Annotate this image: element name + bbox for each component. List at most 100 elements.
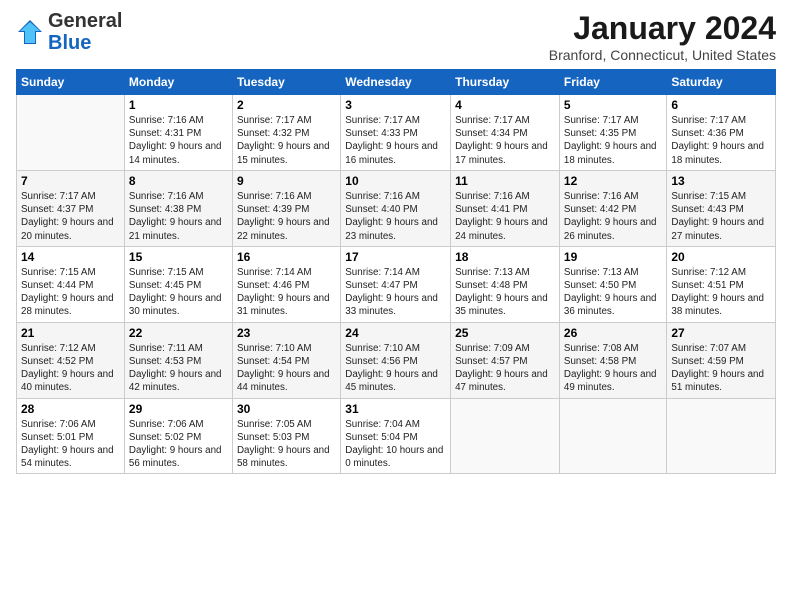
logo-icon: [16, 18, 44, 46]
day-cell: 19 Sunrise: 7:13 AMSunset: 4:50 PMDaylig…: [559, 246, 666, 322]
day-number: 15: [129, 250, 228, 264]
day-number: 18: [455, 250, 555, 264]
day-cell: 26 Sunrise: 7:08 AMSunset: 4:58 PMDaylig…: [559, 322, 666, 398]
day-info: Sunrise: 7:17 AMSunset: 4:37 PMDaylight:…: [21, 190, 120, 243]
day-info: Sunrise: 7:17 AMSunset: 4:34 PMDaylight:…: [455, 114, 555, 167]
day-cell: 3 Sunrise: 7:17 AMSunset: 4:33 PMDayligh…: [341, 95, 451, 171]
day-cell: [17, 95, 125, 171]
day-number: 1: [129, 98, 228, 112]
day-info: Sunrise: 7:12 AMSunset: 4:52 PMDaylight:…: [21, 342, 120, 395]
day-number: 10: [345, 174, 446, 188]
week-row-0: 1 Sunrise: 7:16 AMSunset: 4:31 PMDayligh…: [17, 95, 776, 171]
day-cell: [667, 398, 776, 474]
day-cell: 8 Sunrise: 7:16 AMSunset: 4:38 PMDayligh…: [124, 170, 232, 246]
day-number: 2: [237, 98, 336, 112]
day-cell: 10 Sunrise: 7:16 AMSunset: 4:40 PMDaylig…: [341, 170, 451, 246]
header: General Blue January 2024 Branford, Conn…: [16, 10, 776, 63]
month-title: January 2024: [549, 10, 776, 47]
day-cell: 25 Sunrise: 7:09 AMSunset: 4:57 PMDaylig…: [451, 322, 560, 398]
day-cell: 6 Sunrise: 7:17 AMSunset: 4:36 PMDayligh…: [667, 95, 776, 171]
day-cell: 5 Sunrise: 7:17 AMSunset: 4:35 PMDayligh…: [559, 95, 666, 171]
day-cell: 21 Sunrise: 7:12 AMSunset: 4:52 PMDaylig…: [17, 322, 125, 398]
day-number: 5: [564, 98, 662, 112]
day-number: 12: [564, 174, 662, 188]
day-info: Sunrise: 7:07 AMSunset: 4:59 PMDaylight:…: [671, 342, 771, 395]
day-number: 21: [21, 326, 120, 340]
day-cell: 1 Sunrise: 7:16 AMSunset: 4:31 PMDayligh…: [124, 95, 232, 171]
week-row-1: 7 Sunrise: 7:17 AMSunset: 4:37 PMDayligh…: [17, 170, 776, 246]
day-number: 4: [455, 98, 555, 112]
day-info: Sunrise: 7:05 AMSunset: 5:03 PMDaylight:…: [237, 418, 336, 471]
day-number: 20: [671, 250, 771, 264]
day-number: 19: [564, 250, 662, 264]
day-cell: 2 Sunrise: 7:17 AMSunset: 4:32 PMDayligh…: [232, 95, 340, 171]
day-number: 30: [237, 402, 336, 416]
day-number: 17: [345, 250, 446, 264]
day-cell: 30 Sunrise: 7:05 AMSunset: 5:03 PMDaylig…: [232, 398, 340, 474]
day-info: Sunrise: 7:15 AMSunset: 4:45 PMDaylight:…: [129, 266, 228, 319]
day-info: Sunrise: 7:16 AMSunset: 4:38 PMDaylight:…: [129, 190, 228, 243]
day-cell: [559, 398, 666, 474]
day-number: 13: [671, 174, 771, 188]
location: Branford, Connecticut, United States: [549, 47, 776, 63]
day-info: Sunrise: 7:14 AMSunset: 4:46 PMDaylight:…: [237, 266, 336, 319]
day-cell: 4 Sunrise: 7:17 AMSunset: 4:34 PMDayligh…: [451, 95, 560, 171]
day-number: 9: [237, 174, 336, 188]
day-info: Sunrise: 7:04 AMSunset: 5:04 PMDaylight:…: [345, 418, 446, 471]
week-row-4: 28 Sunrise: 7:06 AMSunset: 5:01 PMDaylig…: [17, 398, 776, 474]
day-info: Sunrise: 7:16 AMSunset: 4:40 PMDaylight:…: [345, 190, 446, 243]
day-cell: 27 Sunrise: 7:07 AMSunset: 4:59 PMDaylig…: [667, 322, 776, 398]
day-info: Sunrise: 7:09 AMSunset: 4:57 PMDaylight:…: [455, 342, 555, 395]
day-number: 31: [345, 402, 446, 416]
day-number: 25: [455, 326, 555, 340]
logo-general: General: [48, 10, 122, 32]
day-info: Sunrise: 7:15 AMSunset: 4:44 PMDaylight:…: [21, 266, 120, 319]
day-number: 27: [671, 326, 771, 340]
day-number: 6: [671, 98, 771, 112]
day-number: 22: [129, 326, 228, 340]
day-cell: 9 Sunrise: 7:16 AMSunset: 4:39 PMDayligh…: [232, 170, 340, 246]
title-area: January 2024 Branford, Connecticut, Unit…: [549, 10, 776, 63]
day-number: 28: [21, 402, 120, 416]
day-number: 16: [237, 250, 336, 264]
day-info: Sunrise: 7:13 AMSunset: 4:48 PMDaylight:…: [455, 266, 555, 319]
col-monday: Monday: [124, 70, 232, 95]
day-info: Sunrise: 7:17 AMSunset: 4:35 PMDaylight:…: [564, 114, 662, 167]
logo-text: General Blue: [48, 10, 122, 54]
day-cell: 18 Sunrise: 7:13 AMSunset: 4:48 PMDaylig…: [451, 246, 560, 322]
day-info: Sunrise: 7:17 AMSunset: 4:32 PMDaylight:…: [237, 114, 336, 167]
day-cell: 17 Sunrise: 7:14 AMSunset: 4:47 PMDaylig…: [341, 246, 451, 322]
col-friday: Friday: [559, 70, 666, 95]
logo-blue: Blue: [48, 32, 91, 54]
day-info: Sunrise: 7:13 AMSunset: 4:50 PMDaylight:…: [564, 266, 662, 319]
day-cell: 16 Sunrise: 7:14 AMSunset: 4:46 PMDaylig…: [232, 246, 340, 322]
day-info: Sunrise: 7:10 AMSunset: 4:56 PMDaylight:…: [345, 342, 446, 395]
col-wednesday: Wednesday: [341, 70, 451, 95]
day-info: Sunrise: 7:11 AMSunset: 4:53 PMDaylight:…: [129, 342, 228, 395]
day-info: Sunrise: 7:16 AMSunset: 4:42 PMDaylight:…: [564, 190, 662, 243]
day-number: 14: [21, 250, 120, 264]
day-info: Sunrise: 7:14 AMSunset: 4:47 PMDaylight:…: [345, 266, 446, 319]
week-row-3: 21 Sunrise: 7:12 AMSunset: 4:52 PMDaylig…: [17, 322, 776, 398]
day-number: 7: [21, 174, 120, 188]
header-row: Sunday Monday Tuesday Wednesday Thursday…: [17, 70, 776, 95]
page: General Blue January 2024 Branford, Conn…: [0, 0, 792, 484]
col-thursday: Thursday: [451, 70, 560, 95]
day-cell: 7 Sunrise: 7:17 AMSunset: 4:37 PMDayligh…: [17, 170, 125, 246]
day-number: 11: [455, 174, 555, 188]
day-info: Sunrise: 7:15 AMSunset: 4:43 PMDaylight:…: [671, 190, 771, 243]
day-cell: 13 Sunrise: 7:15 AMSunset: 4:43 PMDaylig…: [667, 170, 776, 246]
day-number: 24: [345, 326, 446, 340]
day-info: Sunrise: 7:06 AMSunset: 5:02 PMDaylight:…: [129, 418, 228, 471]
day-info: Sunrise: 7:06 AMSunset: 5:01 PMDaylight:…: [21, 418, 120, 471]
day-cell: 22 Sunrise: 7:11 AMSunset: 4:53 PMDaylig…: [124, 322, 232, 398]
day-cell: 15 Sunrise: 7:15 AMSunset: 4:45 PMDaylig…: [124, 246, 232, 322]
day-cell: 11 Sunrise: 7:16 AMSunset: 4:41 PMDaylig…: [451, 170, 560, 246]
day-cell: 31 Sunrise: 7:04 AMSunset: 5:04 PMDaylig…: [341, 398, 451, 474]
col-sunday: Sunday: [17, 70, 125, 95]
week-row-2: 14 Sunrise: 7:15 AMSunset: 4:44 PMDaylig…: [17, 246, 776, 322]
day-number: 26: [564, 326, 662, 340]
day-info: Sunrise: 7:16 AMSunset: 4:39 PMDaylight:…: [237, 190, 336, 243]
day-cell: 23 Sunrise: 7:10 AMSunset: 4:54 PMDaylig…: [232, 322, 340, 398]
day-cell: 29 Sunrise: 7:06 AMSunset: 5:02 PMDaylig…: [124, 398, 232, 474]
